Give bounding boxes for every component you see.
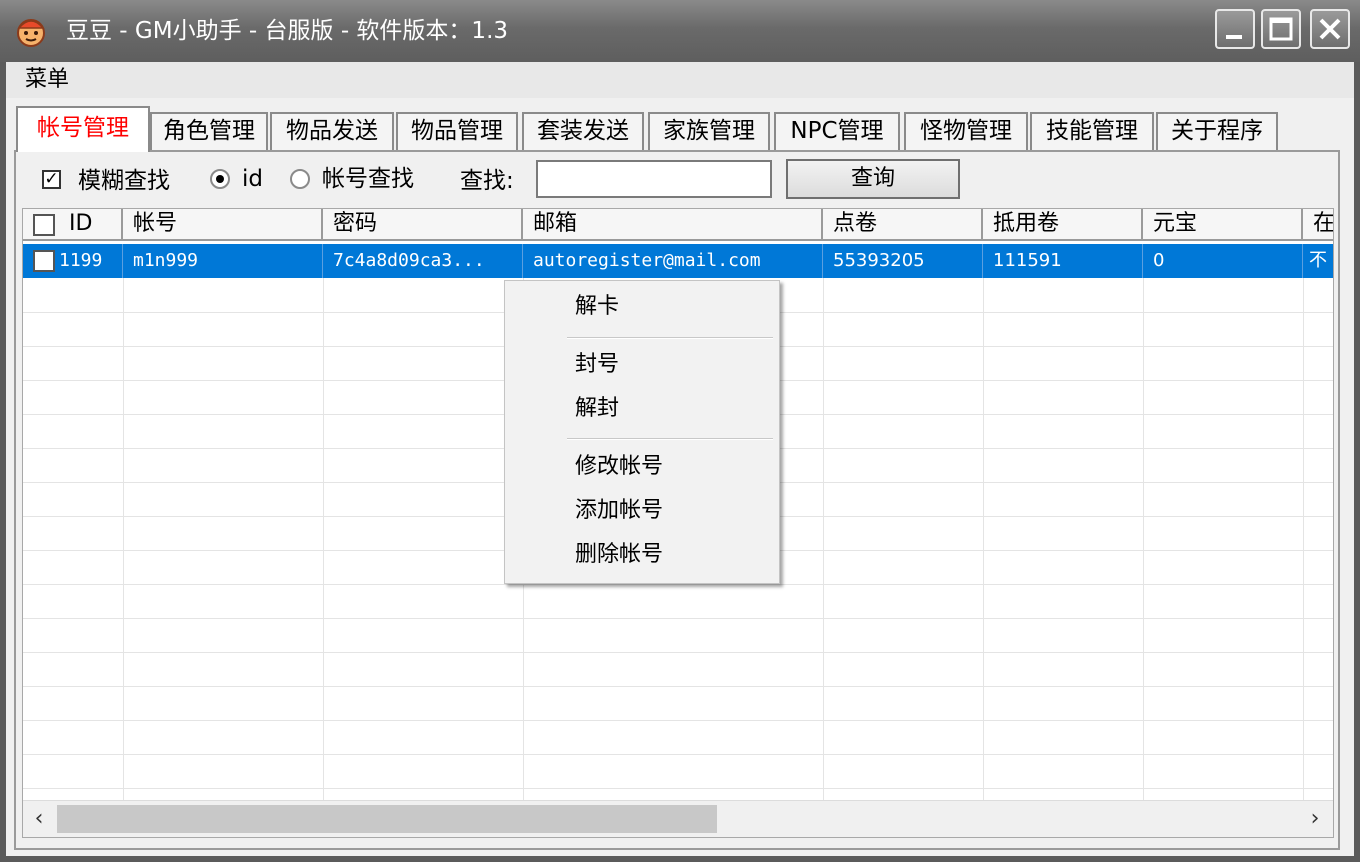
- tab-account-management[interactable]: 帐号管理: [16, 106, 150, 152]
- search-input[interactable]: [536, 160, 772, 198]
- grid-line: [23, 754, 1333, 755]
- menu-item-edit-account[interactable]: 修改帐号: [575, 451, 663, 483]
- scroll-left-icon[interactable]: ‹: [25, 805, 53, 833]
- tab-set-send[interactable]: 套装发送: [522, 112, 644, 150]
- cell-online: 不: [1303, 244, 1333, 278]
- app-icon: [17, 19, 45, 47]
- tab-family-management[interactable]: 家族管理: [648, 112, 770, 150]
- tab-skill-management[interactable]: 技能管理: [1030, 112, 1154, 150]
- scrollbar-thumb[interactable]: [57, 805, 717, 833]
- grid-line: [23, 618, 1333, 619]
- tab-monster-management[interactable]: 怪物管理: [904, 112, 1028, 150]
- cell-password: 7c4a8d09ca3...: [323, 244, 523, 278]
- close-icon: [1319, 18, 1341, 40]
- grid-line: [23, 652, 1333, 653]
- radio-id-label: id: [242, 166, 263, 192]
- close-button[interactable]: [1310, 9, 1350, 49]
- cell-yuanbao: 0: [1143, 244, 1303, 278]
- menu-bar: 菜单: [6, 62, 1354, 98]
- fuzzy-search-checkbox[interactable]: ✓: [42, 170, 61, 189]
- menu-item-delete-account[interactable]: 删除帐号: [575, 539, 663, 571]
- cell-account: m1n999: [123, 244, 323, 278]
- cell-email: autoregister@mail.com: [523, 244, 823, 278]
- title-bar[interactable]: 豆豆 - GM小助手 - 台服版 - 软件版本：1.3: [0, 0, 1360, 62]
- tab-role-management[interactable]: 角色管理: [150, 112, 268, 150]
- fuzzy-search-label: 模糊查找: [78, 168, 170, 194]
- grid-line: [23, 788, 1333, 789]
- column-header-voucher[interactable]: 抵用卷: [983, 209, 1143, 241]
- scroll-right-icon[interactable]: ›: [1301, 805, 1329, 833]
- context-menu: 解卡 封号 解封 修改帐号 添加帐号 删除帐号: [504, 280, 780, 584]
- cell-id: 1199: [59, 244, 123, 278]
- radio-account-search-label: 帐号查找: [322, 166, 414, 192]
- column-header-password[interactable]: 密码: [323, 209, 523, 241]
- menu-separator: [567, 337, 773, 339]
- select-all-checkbox[interactable]: [33, 214, 55, 236]
- radio-account-search[interactable]: [290, 169, 310, 189]
- maximize-button[interactable]: [1261, 9, 1301, 49]
- column-header-email[interactable]: 邮箱: [523, 209, 823, 241]
- grid-line: [23, 720, 1333, 721]
- grid-line: [23, 584, 1333, 585]
- menu-item-unban-account[interactable]: 解封: [575, 393, 619, 425]
- tab-strip: 帐号管理 角色管理 物品发送 物品管理 套装发送 家族管理 NPC管理 怪物管理…: [6, 104, 1354, 152]
- column-header-yuanbao[interactable]: 元宝: [1143, 209, 1303, 241]
- maximize-icon: [1269, 17, 1293, 41]
- cell-voucher: 111591: [983, 244, 1143, 278]
- find-label: 查找:: [460, 168, 514, 194]
- menu-item-unlock-card[interactable]: 解卡: [575, 291, 619, 323]
- row-checkbox[interactable]: [33, 250, 55, 272]
- column-header-points[interactable]: 点卷: [823, 209, 983, 241]
- menu-item-ban-account[interactable]: 封号: [575, 349, 619, 381]
- app-window: 豆豆 - GM小助手 - 台服版 - 软件版本：1.3 菜单 帐号管理 角色管理…: [0, 0, 1360, 862]
- menu-item-add-account[interactable]: 添加帐号: [575, 495, 663, 527]
- horizontal-scrollbar[interactable]: ‹ ›: [23, 800, 1333, 837]
- radio-id[interactable]: [210, 169, 230, 189]
- column-header-online[interactable]: 在: [1303, 209, 1333, 241]
- query-button[interactable]: 查询: [786, 159, 960, 199]
- window-title: 豆豆 - GM小助手 - 台服版 - 软件版本：1.3: [66, 18, 509, 44]
- tab-about[interactable]: 关于程序: [1156, 112, 1278, 150]
- tab-npc-management[interactable]: NPC管理: [774, 112, 900, 150]
- tab-item-management[interactable]: 物品管理: [396, 112, 518, 150]
- column-header-account[interactable]: 帐号: [123, 209, 323, 241]
- cell-points: 55393205: [823, 244, 983, 278]
- minimize-button[interactable]: [1215, 9, 1255, 49]
- menu-separator: [567, 438, 773, 440]
- tab-item-send[interactable]: 物品发送: [270, 112, 394, 150]
- grid-line: [23, 686, 1333, 687]
- minimize-icon: [1226, 35, 1242, 39]
- menu-item-main[interactable]: 菜单: [25, 64, 69, 96]
